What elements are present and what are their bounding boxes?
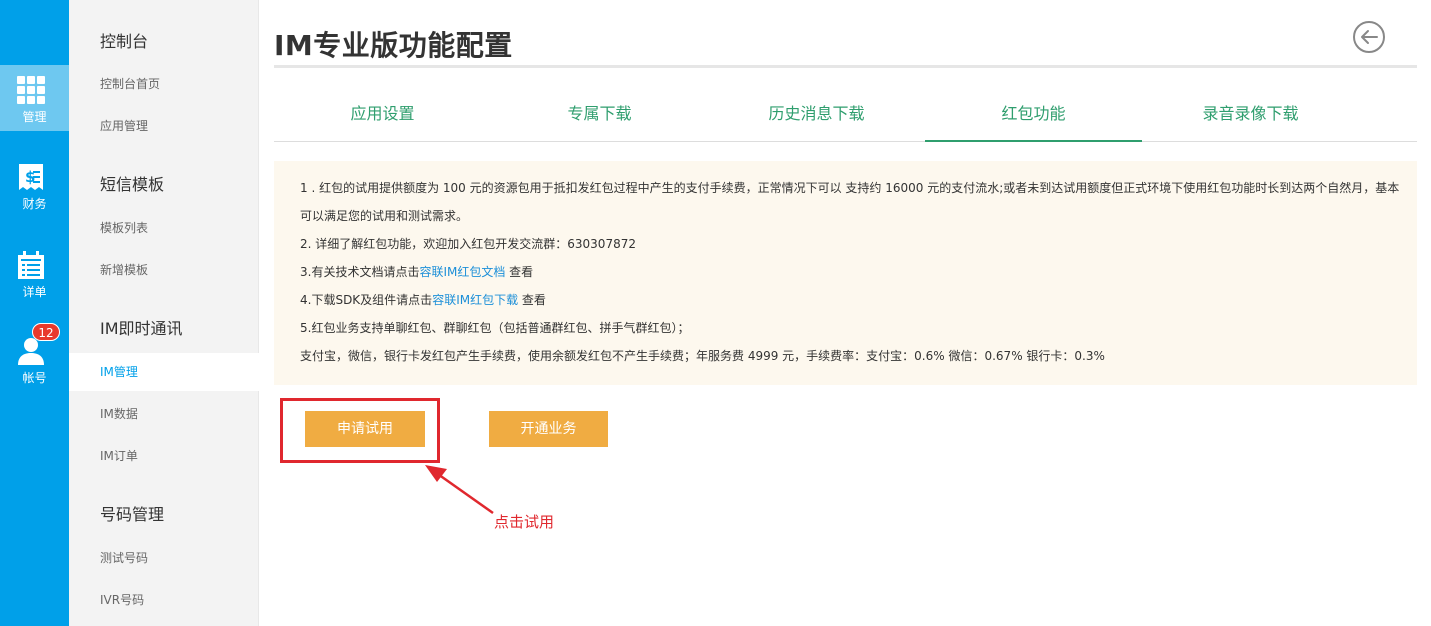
nav-group-title: IM即时通讯 <box>100 319 183 338</box>
nav-item-test-numbers[interactable]: 测试号码 <box>69 539 259 577</box>
receipt-icon: $ <box>19 164 43 190</box>
tab-history-download[interactable]: 历史消息下载 <box>708 88 925 142</box>
rail-label: 财务 <box>22 197 47 211</box>
nav-item-im-data[interactable]: IM数据 <box>69 395 259 433</box>
nav-item-add-template[interactable]: 新增模板 <box>69 251 259 289</box>
notice-line: 可以满足您的试用和测试需求。 <box>300 209 469 223</box>
red-packet-docs-link[interactable]: 容联IM红包文档 <box>419 265 505 279</box>
rail-item-detail[interactable]: 详单 <box>0 240 69 306</box>
notice-text: 查看 <box>518 293 546 307</box>
annotation-highlight-box <box>280 398 440 463</box>
notice-text: 3.有关技术文档请点击 <box>300 265 420 279</box>
nav-item-template-list[interactable]: 模板列表 <box>69 209 259 247</box>
red-packet-download-link[interactable]: 容联IM红包下载 <box>432 293 518 307</box>
tab-red-packet[interactable]: 红包功能 <box>925 88 1142 142</box>
nav-item-app-management[interactable]: 应用管理 <box>69 107 259 145</box>
calendar-list-icon <box>18 251 44 279</box>
nav-item-console-home[interactable]: 控制台首页 <box>69 65 259 103</box>
main-content: IM专业版功能配置 应用设置 专属下载 历史消息下载 红包功能 录音录像下载 1… <box>259 0 1431 626</box>
tab-recording-download[interactable]: 录音录像下载 <box>1142 88 1359 142</box>
nav-group-title: 控制台 <box>100 32 149 51</box>
icon-rail: 管理 $ 财务 详单 12 帐号 <box>0 0 69 626</box>
rail-item-finance[interactable]: $ 财务 <box>0 152 69 218</box>
rail-label: 详单 <box>22 285 47 299</box>
tab-app-settings[interactable]: 应用设置 <box>274 88 491 142</box>
notice-text: 4.下载SDK及组件请点击 <box>300 293 433 307</box>
annotation-callout: 点击试用 <box>494 513 555 531</box>
nav-item-im-orders[interactable]: IM订单 <box>69 437 259 475</box>
rail-item-manage[interactable]: 管理 <box>0 65 69 131</box>
user-icon <box>18 338 44 365</box>
grid-icon <box>17 76 45 104</box>
notice-line: 3.有关技术文档请点击容联IM红包文档 查看 <box>300 258 1391 286</box>
open-service-button[interactable]: 开通业务 <box>489 411 608 447</box>
notice-line: 5.红包业务支持单聊红包、群聊红包（包括普通群红包、拼手气群红包）； <box>300 321 690 335</box>
notice-text: 查看 <box>505 265 534 279</box>
notice-line: 2. 详细了解红包功能，欢迎加入红包开发交流群：630307872 <box>300 237 636 251</box>
notice-line: 4.下载SDK及组件请点击容联IM红包下载 查看 <box>300 286 1391 314</box>
app: 管理 $ 财务 详单 12 帐号 控制台 控制台首页 应用管理 短信模板 模板列… <box>0 0 1431 626</box>
tab-bar: 应用设置 专属下载 历史消息下载 红包功能 录音录像下载 <box>274 88 1417 142</box>
notice-panel: 1 . 红包的试用提供额度为 100 元的资源包用于抵扣发红包过程中产生的支付手… <box>274 161 1417 385</box>
rail-item-account[interactable]: 12 帐号 <box>0 323 69 392</box>
tab-dedicated-download[interactable]: 专属下载 <box>491 88 708 142</box>
nav-group-title: 短信模板 <box>100 175 165 194</box>
nav-group-title: 号码管理 <box>100 505 165 524</box>
secondary-nav: 控制台 控制台首页 应用管理 短信模板 模板列表 新增模板 IM即时通讯 IM管… <box>69 0 259 626</box>
nav-item-im-management[interactable]: IM管理 <box>69 353 259 391</box>
title-divider <box>274 65 1417 68</box>
notice-line: 支付宝，微信，银行卡发红包产生手续费，使用余额发红包不产生手续费；年服务费 49… <box>300 349 1105 363</box>
notification-badge: 12 <box>32 323 60 341</box>
nav-item-ivr-numbers[interactable]: IVR号码 <box>69 581 259 619</box>
page-title: IM专业版功能配置 <box>274 29 513 62</box>
notice-line: 1 . 红包的试用提供额度为 100 元的资源包用于抵扣发红包过程中产生的支付手… <box>300 181 1400 195</box>
rail-label: 管理 <box>22 110 47 124</box>
back-arrow-icon[interactable] <box>1352 20 1386 54</box>
rail-label: 帐号 <box>22 371 47 385</box>
